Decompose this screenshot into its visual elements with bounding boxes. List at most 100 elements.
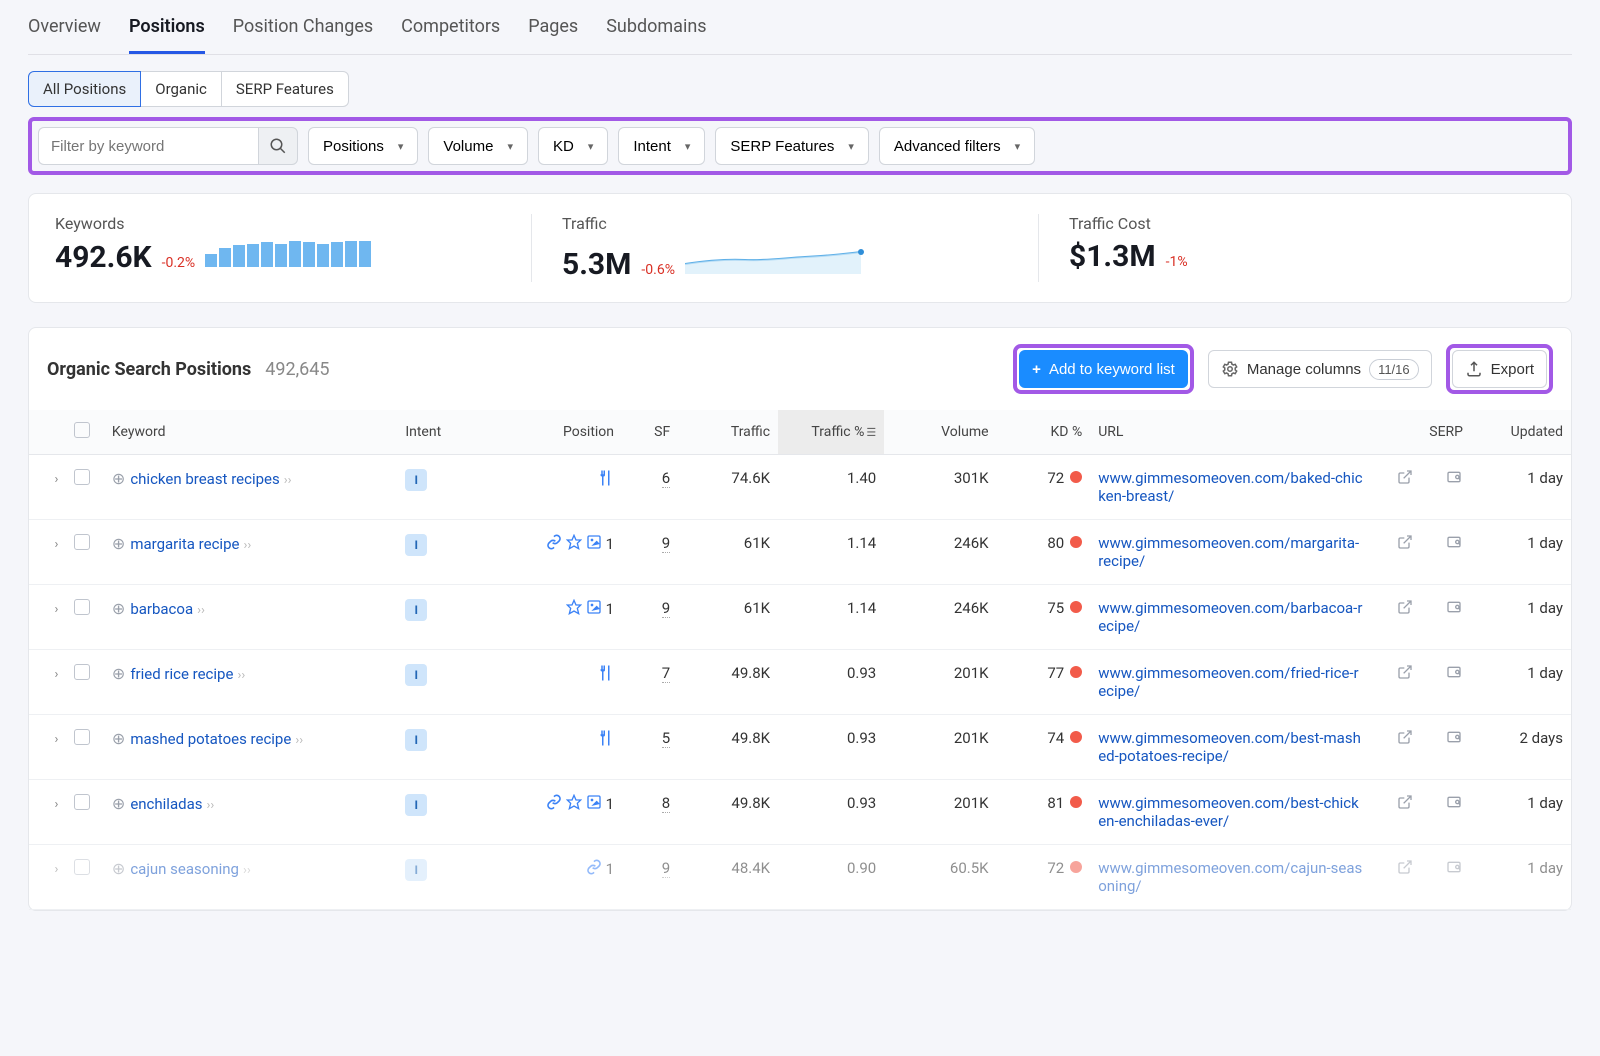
- col-updated[interactable]: Updated: [1471, 410, 1571, 455]
- open-url-icon[interactable]: [1397, 536, 1413, 554]
- expand-row-chevron[interactable]: ›: [55, 862, 59, 877]
- open-url-icon[interactable]: [1397, 666, 1413, 684]
- filter-search-button[interactable]: [258, 127, 298, 165]
- url-link[interactable]: www.gimmesomeoven.com/fried-rice-recipe/: [1098, 664, 1358, 700]
- positions-table-card: Organic Search Positions 492,645 + Add t…: [28, 327, 1572, 911]
- main-tab-overview[interactable]: Overview: [28, 16, 101, 54]
- serp-snapshot-icon[interactable]: [1445, 731, 1463, 749]
- keyword-link[interactable]: chicken breast recipes: [130, 470, 279, 488]
- row-checkbox[interactable]: [74, 534, 90, 550]
- col-intent[interactable]: Intent: [397, 410, 484, 455]
- url-link[interactable]: www.gimmesomeoven.com/best-mashed-potato…: [1098, 729, 1361, 765]
- main-tab-competitors[interactable]: Competitors: [401, 16, 500, 54]
- add-keyword-icon[interactable]: ⊕: [112, 469, 125, 488]
- table-title: Organic Search Positions: [47, 359, 251, 380]
- row-checkbox[interactable]: [74, 859, 90, 875]
- table-row: ›⊕fried rice recipe››I749.8K0.93201K77ww…: [29, 650, 1571, 715]
- open-url-icon[interactable]: [1397, 601, 1413, 619]
- col-traffic[interactable]: Traffic: [678, 410, 778, 455]
- col-kd[interactable]: KD %: [997, 410, 1091, 455]
- main-tab-subdomains[interactable]: Subdomains: [606, 16, 706, 54]
- serp-snapshot-icon[interactable]: [1445, 536, 1463, 554]
- export-button[interactable]: Export: [1452, 350, 1547, 388]
- traffic-sparkline: [685, 239, 865, 274]
- sub-tab-organic[interactable]: Organic: [141, 71, 222, 107]
- expand-row-chevron[interactable]: ›: [55, 667, 59, 682]
- add-keyword-icon[interactable]: ⊕: [112, 534, 125, 553]
- row-checkbox[interactable]: [74, 729, 90, 745]
- expand-row-chevron[interactable]: ›: [55, 602, 59, 617]
- metric-change: -1%: [1166, 254, 1188, 270]
- sub-tab-all-positions[interactable]: All Positions: [28, 71, 141, 107]
- serp-snapshot-icon[interactable]: [1445, 471, 1463, 489]
- expand-row-chevron[interactable]: ›: [55, 537, 59, 552]
- serp-snapshot-icon[interactable]: [1445, 666, 1463, 684]
- open-url-icon[interactable]: [1397, 471, 1413, 489]
- main-tab-pages[interactable]: Pages: [528, 16, 578, 54]
- filter-volume-dropdown[interactable]: Volume▾: [428, 127, 528, 165]
- url-link[interactable]: www.gimmesomeoven.com/margarita-recipe/: [1098, 534, 1359, 570]
- table-row: ›⊕barbacoa››I 1961K1.14246K75www.gimmeso…: [29, 585, 1571, 650]
- col-position[interactable]: Position: [485, 410, 622, 455]
- volume-value: 201K: [884, 715, 996, 780]
- main-tab-positions[interactable]: Positions: [129, 16, 205, 54]
- col-volume[interactable]: Volume: [884, 410, 996, 455]
- serp-snapshot-icon[interactable]: [1445, 861, 1463, 879]
- url-link[interactable]: www.gimmesomeoven.com/baked-chicken-brea…: [1098, 469, 1362, 505]
- add-keyword-icon[interactable]: ⊕: [112, 599, 125, 618]
- filter-intent-dropdown[interactable]: Intent▾: [618, 127, 705, 165]
- metric-traffic-cost: Traffic Cost $1.3M -1%: [1038, 214, 1545, 282]
- position-value: 1: [606, 600, 614, 618]
- col-serp[interactable]: SERP: [1371, 410, 1471, 455]
- filter-kd-dropdown[interactable]: KD▾: [538, 127, 608, 165]
- keyword-link[interactable]: cajun seasoning: [130, 860, 239, 878]
- col-sf[interactable]: SF: [622, 410, 678, 455]
- keyword-link[interactable]: enchiladas: [130, 795, 202, 813]
- add-keyword-icon[interactable]: ⊕: [112, 794, 125, 813]
- open-url-icon[interactable]: [1397, 731, 1413, 749]
- kd-difficulty-dot: [1070, 666, 1082, 678]
- sub-tab-serp-features[interactable]: SERP Features: [222, 71, 349, 107]
- keyword-link[interactable]: fried rice recipe: [130, 665, 233, 683]
- open-url-icon[interactable]: [1397, 796, 1413, 814]
- url-link[interactable]: www.gimmesomeoven.com/cajun-seasoning/: [1098, 859, 1362, 895]
- row-checkbox[interactable]: [74, 794, 90, 810]
- manage-columns-button[interactable]: Manage columns 11/16: [1208, 350, 1432, 388]
- row-checkbox[interactable]: [74, 469, 90, 485]
- chevron-down-icon: ▾: [398, 140, 404, 153]
- select-all-checkbox[interactable]: [74, 422, 90, 438]
- col-url[interactable]: URL: [1090, 410, 1371, 455]
- filter-keyword-input[interactable]: [38, 127, 258, 165]
- filter-serp-features-dropdown[interactable]: SERP Features▾: [715, 127, 868, 165]
- serp-snapshot-icon[interactable]: [1445, 601, 1463, 619]
- row-checkbox[interactable]: [74, 664, 90, 680]
- dropdown-label: Advanced filters: [894, 138, 1001, 155]
- filter-advanced-filters-dropdown[interactable]: Advanced filters▾: [879, 127, 1035, 165]
- sf-value: 9: [662, 859, 670, 878]
- add-keyword-icon[interactable]: ⊕: [112, 664, 125, 683]
- add-to-keyword-list-button[interactable]: + Add to keyword list: [1019, 350, 1188, 388]
- button-label: Manage columns: [1247, 361, 1361, 378]
- add-keyword-icon[interactable]: ⊕: [112, 729, 125, 748]
- expand-row-chevron[interactable]: ›: [55, 472, 59, 487]
- expand-row-chevron[interactable]: ›: [55, 797, 59, 812]
- keyword-link[interactable]: barbacoa: [130, 600, 193, 618]
- sort-desc-icon: ☰: [866, 426, 876, 439]
- traffic-pct-value: 0.93: [778, 715, 884, 780]
- row-checkbox[interactable]: [74, 599, 90, 615]
- chevron-down-icon: ▾: [848, 140, 854, 153]
- col-traffic-pct[interactable]: Traffic %☰: [778, 410, 884, 455]
- expand-row-chevron[interactable]: ›: [55, 732, 59, 747]
- url-link[interactable]: www.gimmesomeoven.com/barbacoa-recipe/: [1098, 599, 1362, 635]
- open-url-icon[interactable]: [1397, 861, 1413, 879]
- updated-value: 1 day: [1471, 585, 1571, 650]
- serp-snapshot-icon[interactable]: [1445, 796, 1463, 814]
- keyword-link[interactable]: mashed potatoes recipe: [130, 730, 291, 748]
- volume-value: 301K: [884, 455, 996, 520]
- url-link[interactable]: www.gimmesomeoven.com/best-chicken-enchi…: [1098, 794, 1359, 830]
- col-keyword[interactable]: Keyword: [104, 410, 397, 455]
- main-tab-position-changes[interactable]: Position Changes: [233, 16, 373, 54]
- add-keyword-icon[interactable]: ⊕: [112, 859, 125, 878]
- filter-positions-dropdown[interactable]: Positions▾: [308, 127, 418, 165]
- keyword-link[interactable]: margarita recipe: [130, 535, 239, 553]
